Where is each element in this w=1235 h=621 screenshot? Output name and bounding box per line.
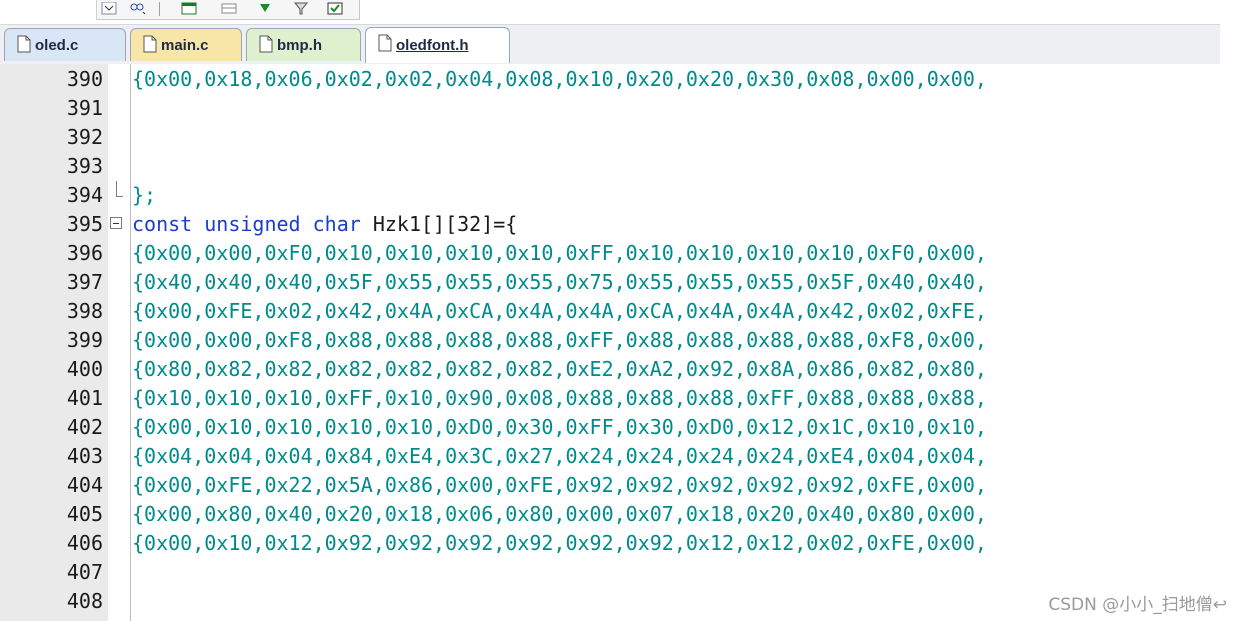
file-tab-bar: oled.c main.c bmp.h oledfont.h: [0, 24, 1220, 65]
layout-icon[interactable]: [221, 2, 237, 16]
fold-collapse-icon[interactable]: [110, 217, 122, 229]
line-code: const unsigned char Hzk1[][32]={: [132, 210, 517, 239]
line-number: 401: [66, 386, 103, 410]
download-icon[interactable]: [257, 2, 273, 16]
editor-edge: [1220, 24, 1235, 621]
code-editor[interactable]: 390 {0x00,0x18,0x06,0x02,0x02,0x04,0x08,…: [0, 64, 1220, 621]
keyword: const: [132, 212, 193, 236]
watermark: CSDN @小小_扫地僧↩: [1048, 595, 1227, 615]
line-code: {0x80,0x82,0x82,0x82,0x82,0x82,0x82,0xE2…: [132, 357, 987, 381]
line-code: {0x00,0x10,0x10,0x10,0x10,0xD0,0x30,0xFF…: [132, 415, 987, 439]
line-code: {0x04,0x04,0x04,0x84,0xE4,0x3C,0x27,0x24…: [132, 444, 987, 468]
code-line[interactable]: 391: [0, 94, 1220, 123]
line-code: {0x00,0x18,0x06,0x02,0x02,0x04,0x08,0x10…: [132, 67, 987, 91]
tab-bmp-h[interactable]: bmp.h: [246, 28, 361, 61]
filter-icon[interactable]: [293, 2, 309, 16]
code-line[interactable]: 395 const unsigned char Hzk1[][32]={: [0, 210, 1220, 239]
toolbar: [0, 0, 1235, 24]
identifier: Hzk1[][32]={: [360, 212, 518, 236]
check-window-icon[interactable]: [327, 2, 343, 16]
code-line[interactable]: 400 {0x80,0x82,0x82,0x82,0x82,0x82,0x82,…: [0, 355, 1220, 384]
line-number: 398: [66, 299, 103, 323]
tab-label: main.c: [161, 36, 209, 54]
keyword: unsigned: [204, 212, 301, 236]
tab-label: oled.c: [35, 36, 79, 54]
line-number: 408: [66, 589, 103, 613]
line-number: 394: [66, 183, 103, 207]
file-icon: [17, 35, 31, 53]
keyword: char: [312, 212, 361, 236]
line-number: 399: [66, 328, 103, 352]
code-line[interactable]: 398 {0x00,0xFE,0x02,0x42,0x4A,0xCA,0x4A,…: [0, 297, 1220, 326]
line-number: 404: [66, 473, 103, 497]
fold-end-marker: [116, 181, 123, 197]
find-icon[interactable]: [129, 2, 145, 16]
line-number: 395: [66, 212, 103, 236]
line-code: };: [132, 183, 157, 207]
code-line[interactable]: 404 {0x00,0xFE,0x22,0x5A,0x86,0x00,0xFE,…: [0, 471, 1220, 500]
file-icon: [143, 35, 157, 53]
line-number: 403: [66, 444, 103, 468]
tab-oledfont-h[interactable]: oledfont.h: [365, 27, 510, 63]
file-icon: [378, 34, 392, 52]
tab-main-c[interactable]: main.c: [130, 28, 242, 61]
code-line[interactable]: 392: [0, 123, 1220, 152]
tab-label: oledfont.h: [396, 37, 469, 54]
code-line[interactable]: 393: [0, 152, 1220, 181]
code-line[interactable]: 403 {0x04,0x04,0x04,0x84,0xE4,0x3C,0x27,…: [0, 442, 1220, 471]
line-number: 405: [66, 502, 103, 526]
code-line[interactable]: 399 {0x00,0x00,0xF8,0x88,0x88,0x88,0x88,…: [0, 326, 1220, 355]
code-line[interactable]: 396 {0x00,0x00,0xF0,0x10,0x10,0x10,0x10,…: [0, 239, 1220, 268]
line-code: {0x00,0xFE,0x22,0x5A,0x86,0x00,0xFE,0x92…: [132, 473, 987, 497]
file-icon: [259, 35, 273, 53]
line-number: 396: [66, 241, 103, 265]
dropdown-icon[interactable]: [101, 2, 117, 16]
line-code: {0x10,0x10,0x10,0xFF,0x10,0x90,0x08,0x88…: [132, 386, 987, 410]
line-number: 392: [66, 125, 103, 149]
code-line[interactable]: 408: [0, 587, 1220, 616]
line-number: 402: [66, 415, 103, 439]
line-number: 407: [66, 560, 103, 584]
line-number: 393: [66, 154, 103, 178]
tab-label: bmp.h: [277, 36, 322, 54]
code-line[interactable]: 394 };: [0, 181, 1220, 210]
line-number: 400: [66, 357, 103, 381]
line-code: {0x00,0x00,0xF8,0x88,0x88,0x88,0x88,0xFF…: [132, 328, 987, 352]
line-code: {0x00,0x00,0xF0,0x10,0x10,0x10,0x10,0xFF…: [132, 241, 987, 265]
code-line[interactable]: 390 {0x00,0x18,0x06,0x02,0x02,0x04,0x08,…: [0, 65, 1220, 94]
line-number: 390: [66, 67, 103, 91]
code-line[interactable]: 401 {0x10,0x10,0x10,0xFF,0x10,0x90,0x08,…: [0, 384, 1220, 413]
code-line[interactable]: 405 {0x00,0x80,0x40,0x20,0x18,0x06,0x80,…: [0, 500, 1220, 529]
toolbar-group: [96, 0, 360, 20]
toolbar-separator: [159, 2, 160, 16]
code-line[interactable]: 406 {0x00,0x10,0x12,0x92,0x92,0x92,0x92,…: [0, 529, 1220, 558]
line-code: {0x00,0x10,0x12,0x92,0x92,0x92,0x92,0x92…: [132, 531, 987, 555]
code-line[interactable]: 407: [0, 558, 1220, 587]
tab-oled-c[interactable]: oled.c: [4, 28, 126, 61]
line-code: {0x00,0x80,0x40,0x20,0x18,0x06,0x80,0x00…: [132, 502, 987, 526]
window-icon[interactable]: [181, 2, 197, 16]
line-number: 406: [66, 531, 103, 555]
line-code: {0x40,0x40,0x40,0x5F,0x55,0x55,0x55,0x75…: [132, 270, 987, 294]
line-number: 391: [66, 96, 103, 120]
code-line[interactable]: 402 {0x00,0x10,0x10,0x10,0x10,0xD0,0x30,…: [0, 413, 1220, 442]
line-number: 397: [66, 270, 103, 294]
line-code: {0x00,0xFE,0x02,0x42,0x4A,0xCA,0x4A,0x4A…: [132, 299, 987, 323]
code-line[interactable]: 397 {0x40,0x40,0x40,0x5F,0x55,0x55,0x55,…: [0, 268, 1220, 297]
